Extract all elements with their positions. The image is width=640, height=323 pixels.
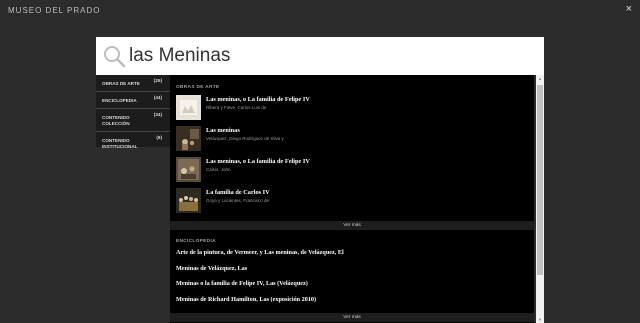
filter-obras-de-arte[interactable]: OBRAS DE ARTE (25) xyxy=(96,75,170,92)
artwork-author: Velázquez, Diego Rodríguez de Silva y xyxy=(206,136,284,141)
filter-contenido-institucional[interactable]: CONTENIDO INSTITUCIONAL (9) xyxy=(96,132,170,154)
artwork-title[interactable]: La familia de Carlos IV xyxy=(206,189,270,196)
artwork-thumbnail[interactable] xyxy=(176,126,201,151)
filter-contenido-coleccion[interactable]: CONTENIDO COLECCIÓN (34) xyxy=(96,109,170,132)
encyclopedia-item[interactable]: Meninas o la familia de Felipe IV, Las (… xyxy=(176,280,534,296)
encyclopedia-item[interactable]: Meninas de Velázquez, Las xyxy=(176,265,534,281)
filter-count: (25) xyxy=(153,78,162,83)
museum-logo[interactable]: MUSEO DEL PRADO xyxy=(8,6,101,15)
scroll-up-arrow-icon[interactable]: ▲ xyxy=(536,75,544,82)
results-panel: OBRAS DE ARTE Las meninas, o La familia … xyxy=(170,75,534,323)
filter-count: (44) xyxy=(153,95,162,100)
results-scrollbar[interactable]: ▲ ▼ xyxy=(536,75,544,323)
more-artworks-button[interactable]: Ver más xyxy=(170,221,534,230)
scroll-thumb[interactable] xyxy=(537,85,543,275)
artwork-result[interactable]: Las meninas, o La familia de Felipe IV C… xyxy=(176,157,534,188)
search-input[interactable] xyxy=(129,41,529,71)
search-box xyxy=(96,37,544,75)
encyclopedia-item[interactable]: Arte de la pintura, de Vermeer, y Las me… xyxy=(176,249,534,265)
filter-count: (9) xyxy=(156,135,162,140)
artwork-title[interactable]: Las meninas, o La familia de Felipe IV xyxy=(206,158,310,165)
artwork-author: Ribera y Fieve, Carlos Luis de xyxy=(206,105,267,110)
filter-enciclopedia[interactable]: ENCICLOPEDIA (44) xyxy=(96,92,170,109)
encyclopedia-item[interactable]: Meninas de Richard Hamilton, Las (exposi… xyxy=(176,296,534,312)
filter-label: CONTENIDO INSTITUCIONAL xyxy=(102,138,138,149)
close-button[interactable]: × xyxy=(626,3,632,15)
filter-label: CONTENIDO COLECCIÓN xyxy=(102,115,130,126)
scroll-down-arrow-icon[interactable]: ▼ xyxy=(536,316,544,323)
artwork-author: Carter, John xyxy=(206,167,231,172)
encyclopedia-section: ENCICLOPEDIA Arte de la pintura, de Verm… xyxy=(170,239,534,311)
filter-count: (34) xyxy=(153,112,162,117)
artwork-title[interactable]: Las meninas xyxy=(206,127,240,134)
artwork-author: Goya y Lucientes, Francisco de xyxy=(206,198,270,203)
artwork-thumbnail[interactable] xyxy=(176,157,201,182)
search-icon xyxy=(104,46,126,68)
artwork-result[interactable]: Las meninas, o La familia de Felipe IV R… xyxy=(176,95,534,126)
filter-label: OBRAS DE ARTE xyxy=(102,81,140,86)
artwork-result[interactable]: Las meninas Velázquez, Diego Rodríguez d… xyxy=(176,126,534,157)
more-encyclopedia-button[interactable]: Ver más xyxy=(170,313,534,322)
filter-label: ENCICLOPEDIA xyxy=(102,98,137,103)
artwork-result[interactable]: La familia de Carlos IV Goya y Lucientes… xyxy=(176,188,534,219)
filter-panel: OBRAS DE ARTE (25) ENCICLOPEDIA (44) CON… xyxy=(96,75,170,149)
artwork-thumbnail[interactable] xyxy=(176,95,201,120)
artwork-thumbnail[interactable] xyxy=(176,188,201,213)
artwork-title[interactable]: Las meninas, o La familia de Felipe IV xyxy=(206,96,310,103)
